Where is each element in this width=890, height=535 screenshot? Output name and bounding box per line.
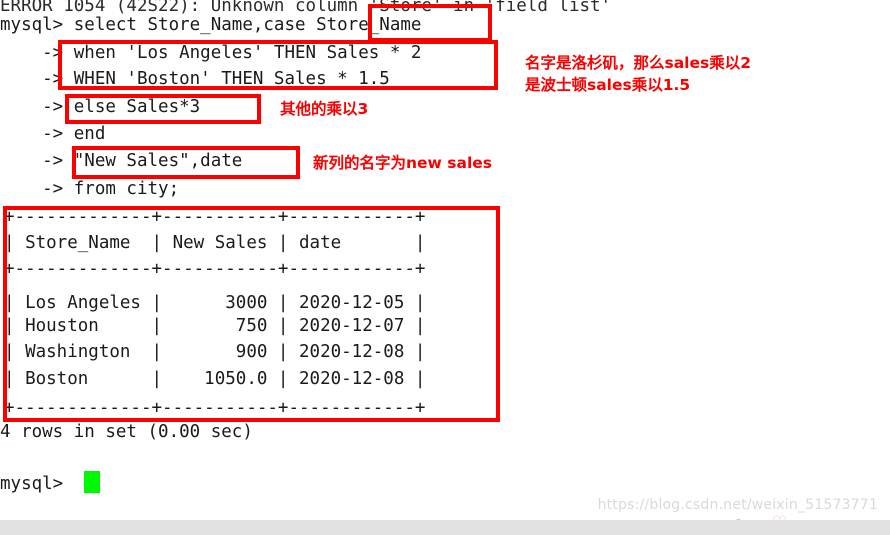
terminal-line: mysql> [0,474,64,494]
note-alias-rule: 新列的名字为new sales [313,154,492,172]
terminal-line: | Los Angeles | 3000 | 2020-12-05 | [4,293,426,313]
watermark-url: https://blog.csdn.net/weixin_51573771 [597,497,878,513]
terminal-line: +-------------+-----------+------------+ [4,398,426,418]
terminal-line: -> WHEN 'Boston' THEN Sales * 1.5 [0,69,390,89]
terminal-line: | Boston | 1050.0 | 2020-12-08 | [4,369,426,389]
bottom-scroll-bar [0,520,890,535]
terminal-line: +-------------+-----------+------------+ [4,259,426,279]
terminal-line: mysql> select Store_Name,case Store_Name [0,15,422,35]
terminal-line: -> "New Sales",date [0,151,243,171]
terminal-line: -> else Sales*3 [0,97,201,117]
note-else-rule: 其他的乘以3 [280,100,369,118]
terminal-line: -> when 'Los Angeles' THEN Sales * 2 [0,43,422,63]
terminal-line: -> from city; [0,179,180,199]
terminal-line: -> end [0,124,106,144]
terminal-line: ERROR 1054 (42S22): Unknown column 'Stor… [0,0,612,16]
note-case-rules: 名字是洛杉矶，那么sales乘以2 是波士顿sales乘以1.5 [525,54,752,94]
terminal-line: +-------------+-----------+------------+ [4,207,426,227]
terminal-window: ERROR 1054 (42S22): Unknown column 'Stor… [0,0,890,520]
terminal-cursor [84,471,100,493]
terminal-line: 4 rows in set (0.00 sec) [0,422,253,442]
terminal-line: | Store_Name | New Sales | date | [4,233,426,253]
terminal-line: | Washington | 900 | 2020-12-08 | [4,342,426,362]
terminal-line: | Houston | 750 | 2020-12-07 | [4,316,426,336]
